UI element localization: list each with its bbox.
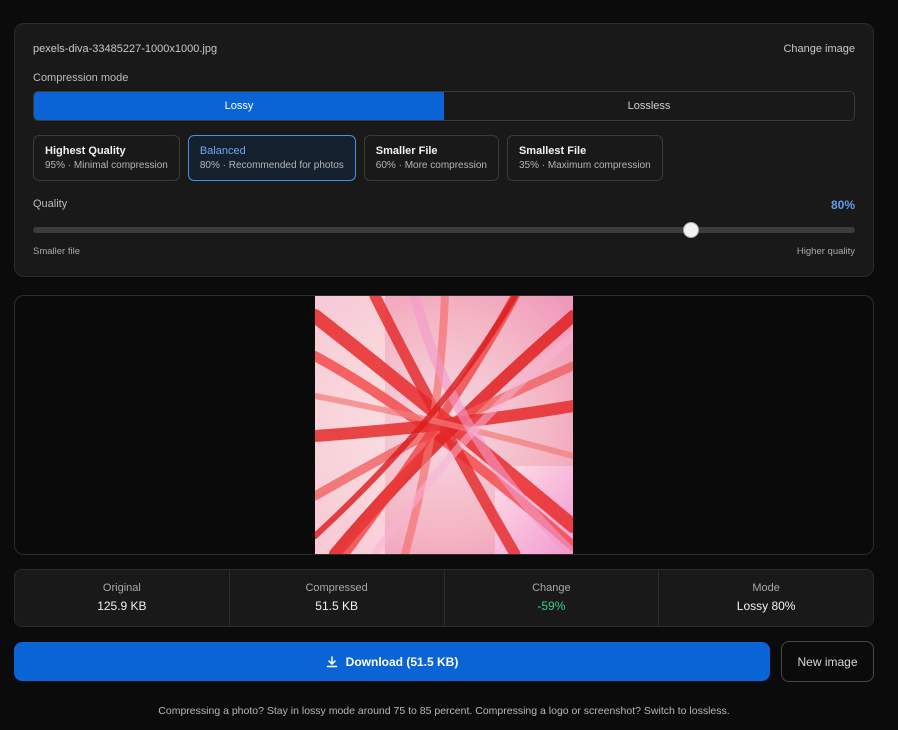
preset-subtitle: 35% · Maximum compression: [518, 160, 651, 171]
stat-label: Original: [102, 582, 141, 594]
stats-bar: Original 125.9 KB Compressed 51.5 KB Cha…: [14, 569, 874, 627]
download-button[interactable]: Download (51.5 KB): [14, 642, 770, 681]
quality-slider[interactable]: [33, 222, 855, 238]
slider-min-label: Smaller file: [33, 246, 80, 257]
preset-subtitle: 60% · More compression: [375, 160, 487, 171]
stat-label: Mode: [752, 582, 780, 594]
slider-max-label: Higher quality: [796, 246, 855, 257]
stat-compressed: Compressed 51.5 KB: [230, 570, 445, 626]
compression-mode-label: Compression mode: [33, 72, 129, 84]
mode-lossy-button[interactable]: Lossy: [34, 92, 444, 120]
download-icon: [326, 655, 337, 667]
preset-smaller-file[interactable]: Smaller File 60% · More compression: [363, 135, 499, 181]
change-image-link[interactable]: Change image: [783, 43, 855, 55]
preset-title: Balanced: [199, 145, 246, 157]
stat-value: Lossy 80%: [736, 599, 796, 613]
file-name: pexels-diva-33485227-1000x1000.jpg: [33, 43, 218, 55]
stat-value: 51.5 KB: [315, 599, 358, 613]
stat-label: Compressed: [305, 582, 368, 594]
quality-presets: Highest Quality 95% · Minimal compressio…: [33, 135, 663, 181]
stat-value: -59%: [537, 599, 566, 613]
image-preview: [14, 295, 874, 555]
preset-smallest-file[interactable]: Smallest File 35% · Maximum compression: [506, 135, 663, 181]
quality-value: 80%: [830, 198, 855, 212]
preset-title: Highest Quality: [45, 145, 126, 157]
settings-panel: pexels-diva-33485227-1000x1000.jpg Chang…: [14, 23, 874, 277]
preset-title: Smaller File: [375, 145, 438, 157]
stat-original: Original 125.9 KB: [15, 570, 230, 626]
compression-mode-toggle: Lossy Lossless: [33, 91, 855, 121]
stat-change: Change -59%: [445, 570, 660, 626]
download-label: Download (51.5 KB): [345, 654, 459, 669]
quality-label: Quality: [33, 198, 68, 210]
preset-balanced[interactable]: Balanced 80% · Recommended for photos: [187, 135, 356, 181]
help-hint: Compressing a photo? Stay in lossy mode …: [158, 705, 730, 717]
stat-label: Change: [532, 582, 571, 594]
stat-mode: Mode Lossy 80%: [659, 570, 873, 626]
mode-lossless-button[interactable]: Lossless: [444, 92, 854, 120]
preset-subtitle: 80% · Recommended for photos: [199, 160, 344, 171]
quality-slider-thumb[interactable]: [682, 222, 699, 238]
preset-highest-quality[interactable]: Highest Quality 95% · Minimal compressio…: [33, 135, 180, 181]
stat-value: 125.9 KB: [97, 599, 147, 613]
preview-image: [315, 296, 573, 554]
preset-title: Smallest File: [518, 145, 587, 157]
new-image-button[interactable]: New image: [781, 641, 874, 682]
preset-subtitle: 95% · Minimal compression: [45, 160, 168, 171]
